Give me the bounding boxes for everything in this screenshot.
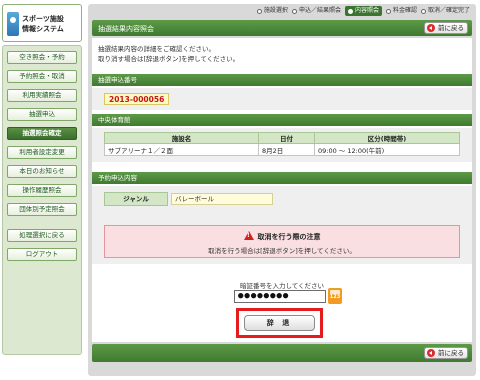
facility-heading: 中央体育館 bbox=[92, 114, 472, 126]
step-dot-icon bbox=[420, 8, 426, 14]
reservation-heading: 予約申込内容 bbox=[92, 172, 472, 184]
step-dot-icon bbox=[256, 8, 262, 14]
column-date: 日付 bbox=[258, 132, 315, 144]
back-button-top[interactable]: 前に戻る bbox=[424, 22, 468, 34]
step-indicator: 施設選択 申込／結果照会 内容照会 料金確認 取消／確定完了 bbox=[256, 6, 470, 16]
application-number-box: 2013-000056 bbox=[92, 88, 472, 110]
content-area: 抽選結果内容の詳細をご確認ください。 取り消す場合は[辞退ボタン]を押してくださ… bbox=[92, 38, 472, 342]
step-apply-result: 申込／結果照会 bbox=[291, 6, 341, 16]
sidebar-menu: 空き照会・予約 予約照会・取消 利用実績照会 抽選申込 抽選照会確定 利用者設定… bbox=[2, 45, 82, 355]
intro-text: 抽選結果内容の詳細をご確認ください。 取り消す場合は[辞退ボタン]を押してくださ… bbox=[98, 45, 240, 63]
step-cancel-complete: 取消／確定完了 bbox=[420, 6, 470, 16]
step-facility-select: 施設選択 bbox=[256, 6, 288, 16]
warning-title: 取消を行う際の注意 bbox=[257, 233, 321, 241]
page-title: 抽選結果内容照会 bbox=[98, 25, 154, 33]
decline-button[interactable]: 辞 退 bbox=[244, 315, 315, 331]
system-logo: スポーツ施設 情報システム bbox=[2, 4, 82, 42]
pin-input[interactable]: ●●●●●●●● bbox=[234, 290, 326, 303]
application-number-heading: 抽選申込番号 bbox=[92, 74, 472, 86]
column-facility-name: 施設名 bbox=[104, 132, 259, 144]
back-arrow-icon bbox=[427, 24, 435, 32]
sidebar-item-group-schedule[interactable]: 団体別予定照会 bbox=[7, 203, 77, 216]
step-content-inquiry: 内容照会 bbox=[344, 6, 382, 16]
back-to-process-button[interactable]: 処理選択に戻る bbox=[7, 229, 77, 242]
decline-button-highlight: 辞 退 bbox=[236, 308, 323, 338]
cell-date: 8月2日 bbox=[258, 143, 315, 156]
sidebar: スポーツ施設 情報システム 空き照会・予約 予約照会・取消 利用実績照会 抽選申… bbox=[2, 4, 82, 376]
reservation-box: ジャンル バレーボール 取消を行う際の注意 取消を行う場合は[辞退ボタン]を押し… bbox=[92, 186, 472, 264]
sidebar-item-lottery-apply[interactable]: 抽選申込 bbox=[7, 108, 77, 121]
back-arrow-icon bbox=[427, 349, 435, 357]
column-time-slot: 区分(時間帯) bbox=[314, 132, 460, 144]
cell-time-slot: 09:00 ～ 12:00(午前) bbox=[314, 143, 460, 156]
sidebar-item-operation-history[interactable]: 操作履歴照会 bbox=[7, 184, 77, 197]
back-button-bottom[interactable]: 前に戻る bbox=[424, 347, 468, 359]
main-panel: 施設選択 申込／結果照会 内容照会 料金確認 取消／確定完了 抽選結果内容照会 … bbox=[88, 4, 476, 376]
sidebar-item-usage-history[interactable]: 利用実績照会 bbox=[7, 89, 77, 102]
logout-button[interactable]: ログアウト bbox=[7, 248, 77, 261]
step-dot-icon bbox=[347, 8, 353, 14]
logo-icon bbox=[7, 12, 19, 36]
step-dot-icon bbox=[291, 8, 297, 14]
genre-value: バレーボール bbox=[171, 193, 273, 205]
cell-facility-name: サブアリーナ１／２面 bbox=[104, 143, 259, 156]
sidebar-item-reservation-inquiry[interactable]: 予約照会・取消 bbox=[7, 70, 77, 83]
genre-label: ジャンル bbox=[104, 192, 168, 206]
pin-label: 暗証番号を入力してください bbox=[239, 282, 325, 290]
warning-text: 取消を行う場合は[辞退ボタン]を押してください。 bbox=[208, 247, 356, 255]
warning-icon bbox=[243, 231, 254, 240]
table-row: サブアリーナ１／２面 8月2日 09:00 ～ 12:00(午前) bbox=[104, 143, 460, 156]
page-header: 抽選結果内容照会 前に戻る bbox=[92, 20, 472, 36]
logo-line2: 情報システム bbox=[22, 25, 64, 33]
facility-box: 施設名 日付 区分(時間帯) サブアリーナ１／２面 8月2日 09:00 ～ 1… bbox=[92, 128, 472, 162]
page-footer: 前に戻る bbox=[92, 344, 472, 362]
step-fee-confirm: 料金確認 bbox=[385, 6, 417, 16]
logo-line1: スポーツ施設 bbox=[22, 15, 64, 23]
sidebar-item-lottery-confirm[interactable]: 抽選照会確定 bbox=[7, 127, 77, 140]
sidebar-item-todays-notice[interactable]: 本日のお知らせ bbox=[7, 165, 77, 178]
step-dot-icon bbox=[385, 8, 391, 14]
sidebar-item-user-settings[interactable]: 利用者設定変更 bbox=[7, 146, 77, 159]
keypad-icon[interactable]: 123 bbox=[328, 288, 342, 304]
warning-box: 取消を行う際の注意 取消を行う場合は[辞退ボタン]を押してください。 bbox=[104, 225, 460, 258]
facility-table: 施設名 日付 区分(時間帯) サブアリーナ１／２面 8月2日 09:00 ～ 1… bbox=[104, 132, 460, 156]
sidebar-item-availability[interactable]: 空き照会・予約 bbox=[7, 51, 77, 64]
application-number-value: 2013-000056 bbox=[104, 93, 170, 105]
